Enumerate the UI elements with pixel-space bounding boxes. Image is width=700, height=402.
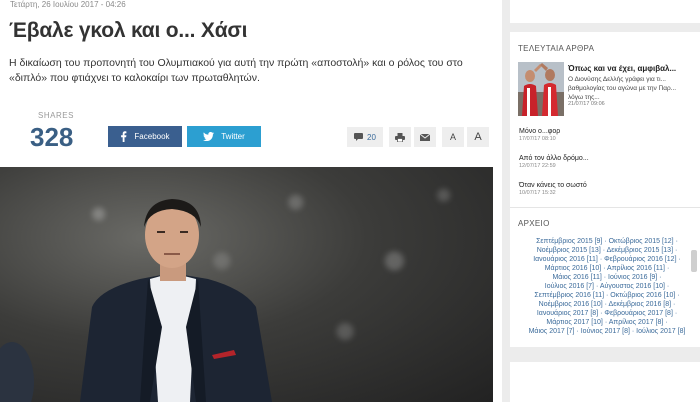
archive-title: ΑΡΧΕΙΟ	[518, 219, 550, 228]
email-button[interactable]	[414, 127, 436, 147]
print-icon	[395, 132, 405, 142]
font-increase-button[interactable]: A	[467, 127, 489, 147]
comments-count: 20	[367, 132, 376, 142]
archive-links-line[interactable]: Ιανουάριος 2016 [11] · Φεβρουάριος 2016 …	[518, 256, 696, 263]
facebook-share-button[interactable]: Facebook	[108, 126, 182, 147]
archive-links-line[interactable]: Ιανουάριος 2017 [8] · Φεβρουάριος 2017 […	[518, 310, 696, 317]
latest-article-item[interactable]: Από τον άλλο δρόμο... 12/07/17 22:59	[519, 155, 589, 169]
archive-links-line[interactable]: Μάρτιος 2016 [10] · Απρίλιος 2016 [11] ·	[518, 265, 696, 272]
latest-article-date: 10/07/17 15:32	[519, 190, 556, 196]
excerpt-line: Ο Διονύσης Δελλής γράφει για τι...	[568, 76, 666, 83]
font-decrease-button[interactable]: A	[442, 127, 464, 147]
latest-article-title[interactable]: Όταν κάνεις το σωστό	[519, 182, 587, 189]
latest-article-date: 12/07/17 22:59	[519, 163, 556, 169]
featured-article-date: 21/07/17 09:06	[568, 101, 605, 107]
shares-count: 328	[30, 122, 74, 152]
sidebar-top-panel	[510, 0, 700, 23]
sidebar-bottom-panel	[510, 362, 700, 402]
latest-articles-title: ΤΕΛΕΥΤΑΙΑ ΑΡΘΡΑ	[518, 44, 595, 53]
archive-links-line[interactable]: Ιούλιος 2016 [7] · Αύγουστος 2016 [10] ·	[518, 283, 696, 290]
article-photo	[0, 167, 493, 402]
shares-label: SHARES	[38, 111, 74, 120]
print-button[interactable]	[389, 127, 411, 147]
players-photo	[518, 62, 564, 116]
article-title: Έβαλε γκολ και ο... Χάσι	[9, 19, 248, 42]
archive-links-line[interactable]: Σεπτέμβριος 2015 [9] · Οκτώβριος 2015 [1…	[518, 238, 696, 245]
latest-article-item[interactable]: Όταν κάνεις το σωστό 10/07/17 15:32	[519, 182, 587, 196]
latest-article-title[interactable]: Μόνο ο...φορ	[519, 128, 560, 135]
archive-links-line[interactable]: Νοέμβριος 2016 [10] · Δεκέμβριος 2016 [8…	[518, 301, 696, 308]
article-main: Τετάρτη, 26 Ιουλίου 2017 - 04:26 Έβαλε γ…	[0, 0, 502, 402]
archive-links-line[interactable]: Σεπτέμβριος 2016 [11] · Οκτώβριος 2016 […	[518, 292, 696, 299]
archive-links-line[interactable]: Μάιος 2016 [11] · Ιούνιος 2016 [9] ·	[518, 274, 696, 281]
envelope-icon	[420, 133, 430, 141]
latest-article-item[interactable]: Μόνο ο...φορ 17/07/17 08:10	[519, 128, 560, 142]
featured-article-image[interactable]	[518, 62, 564, 116]
article-date: Τετάρτη, 26 Ιουλίου 2017 - 04:26	[10, 0, 126, 9]
archive-scrollbar[interactable]	[691, 250, 697, 272]
featured-article-excerpt: Ο Διονύσης Δελλής γράφει για τι... βαθμο…	[568, 75, 698, 102]
excerpt-line: βαθμολογίας του αγώνα με την Παρ...	[568, 85, 677, 92]
twitter-label: Twitter	[221, 132, 245, 141]
latest-article-title[interactable]: Από τον άλλο δρόμο...	[519, 155, 589, 162]
facebook-icon	[121, 131, 127, 142]
latest-article-date: 17/07/17 08:10	[519, 136, 556, 142]
coach-figure	[0, 199, 272, 402]
comment-icon	[354, 133, 364, 141]
archive-links-line[interactable]: Μάιος 2017 [7] · Ιούνιος 2017 [8] · Ιούλ…	[518, 328, 696, 335]
twitter-icon	[203, 132, 215, 141]
archive-links-line[interactable]: Μάρτιος 2017 [10] · Απρίλιος 2017 [8] ·	[518, 319, 696, 326]
sidebar-divider	[510, 207, 700, 208]
twitter-share-button[interactable]: Twitter	[187, 126, 261, 147]
comments-button[interactable]: 20	[347, 127, 383, 147]
facebook-label: Facebook	[134, 132, 170, 141]
featured-article-title[interactable]: Όπως και να έχει, αμφιβαλ...	[568, 64, 676, 73]
archive-links-line[interactable]: Νοέμβριος 2015 [13] · Δεκέμβριος 2015 [1…	[518, 247, 696, 254]
article-lede: Η δικαίωση του προπονητή του Ολυμπιακού …	[9, 57, 463, 84]
